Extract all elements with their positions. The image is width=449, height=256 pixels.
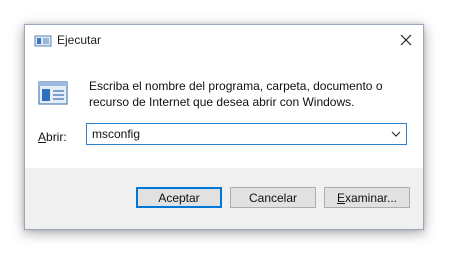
close-icon — [400, 34, 412, 46]
close-button[interactable] — [389, 25, 423, 55]
accept-button[interactable]: Aceptar — [136, 187, 222, 208]
cancel-button[interactable]: Cancelar — [230, 187, 316, 208]
accept-button-label: Aceptar — [158, 190, 200, 205]
open-input[interactable]: msconfig — [92, 127, 140, 141]
cancel-button-label: Cancelar — [248, 190, 298, 205]
run-dialog: Ejecutar Escriba el nombre del programa,… — [24, 24, 424, 230]
open-label-text: brir: — [46, 130, 67, 144]
browse-button[interactable]: Examinar... — [324, 187, 410, 208]
run-icon — [38, 81, 68, 105]
open-label: Abrir: — [38, 130, 67, 144]
browse-label-text: xaminar... — [344, 190, 398, 205]
chevron-down-icon[interactable] — [390, 129, 402, 139]
browse-button-label: Examinar... — [337, 191, 397, 205]
title-bar[interactable]: Ejecutar — [25, 25, 423, 57]
open-combobox[interactable]: msconfig — [86, 123, 407, 145]
run-icon — [34, 35, 52, 47]
open-label-accelerator: A — [38, 130, 47, 144]
button-bar: Aceptar Cancelar Examinar... — [25, 168, 423, 229]
window-title: Ejecutar — [57, 33, 102, 47]
dialog-description: Escriba el nombre del programa, carpeta,… — [89, 79, 383, 109]
run-dialog-shadow: Ejecutar Escriba el nombre del programa,… — [24, 24, 424, 230]
browse-accelerator: E — [336, 190, 345, 205]
